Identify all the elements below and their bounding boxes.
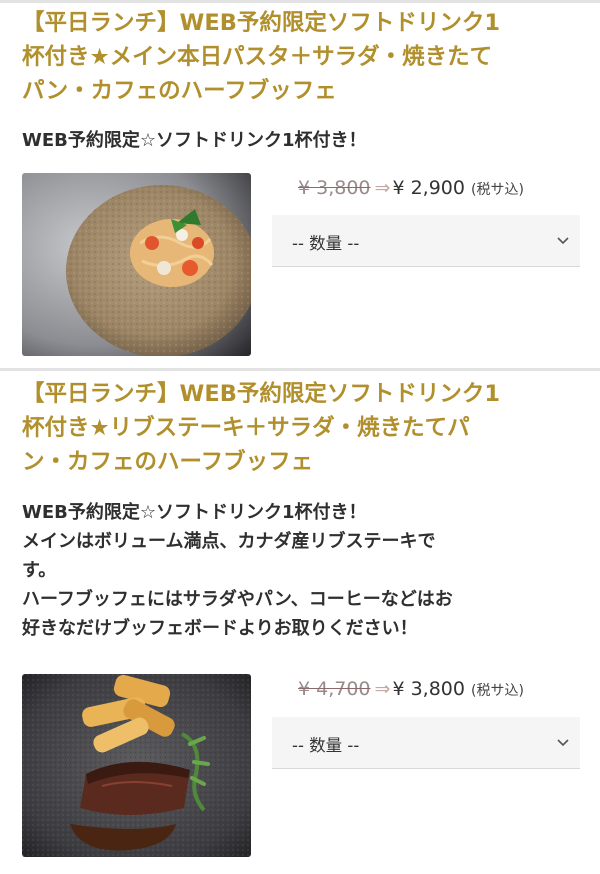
product-card-pasta: 【平日ランチ】WEB予約限定ソフトドリンク1 杯付き★メイン本日パスタ＋サラダ・…	[0, 0, 600, 370]
product-title-line: 【平日ランチ】WEB予約限定ソフトドリンク1	[22, 10, 500, 36]
pasta-dish-photo	[22, 173, 251, 356]
tax-note: (税サ込)	[471, 182, 524, 198]
chevron-down-icon	[557, 237, 569, 245]
price-row: ¥ 3,800 ⇒ ¥ 2,900 (税サ込)	[298, 177, 588, 207]
product-title: 【平日ランチ】WEB予約限定ソフトドリンク1 杯付き★メイン本日パスタ＋サラダ・…	[22, 6, 582, 108]
tax-note: (税サ込)	[471, 683, 524, 699]
quantity-select[interactable]: -- 数量 --	[272, 717, 580, 769]
quantity-select-label: -- 数量 --	[292, 234, 360, 253]
product-title-line: パン・カフェのハーフブッフェ	[22, 78, 337, 104]
product-title-line: ン・カフェのハーフブッフェ	[22, 449, 314, 475]
product-description-line: ハーフブッフェにはサラダやパン、コーヒーなどはお	[22, 589, 453, 610]
chevron-down-icon	[557, 739, 569, 747]
sale-price: ¥ 2,900	[392, 177, 465, 199]
product-description-line: WEB予約限定☆ソフトドリンク1杯付き！	[22, 130, 367, 151]
original-price: ¥ 3,800	[298, 177, 371, 199]
product-description: WEB予約限定☆ソフトドリンク1杯付き！ メインはボリューム満点、カナダ産リブス…	[22, 498, 582, 643]
original-price: ¥ 4,700	[298, 678, 371, 700]
arrow-icon: ⇒	[374, 177, 391, 199]
quantity-select[interactable]: -- 数量 --	[272, 215, 580, 267]
product-title: 【平日ランチ】WEB予約限定ソフトドリンク1 杯付き★リブステーキ＋サラダ・焼き…	[22, 377, 582, 479]
quantity-select-label: -- 数量 --	[292, 736, 360, 755]
sale-price: ¥ 3,800	[392, 678, 465, 700]
product-description-line: WEB予約限定☆ソフトドリンク1杯付き！	[22, 502, 367, 523]
product-description-line: 好きなだけブッフェボードよりお取りください！	[22, 618, 418, 639]
product-title-line: 【平日ランチ】WEB予約限定ソフトドリンク1	[22, 381, 500, 407]
product-title-line: 杯付き★リブステーキ＋サラダ・焼きたてパ	[22, 415, 470, 441]
product-card-steak: 【平日ランチ】WEB予約限定ソフトドリンク1 杯付き★リブステーキ＋サラダ・焼き…	[0, 371, 600, 874]
product-description-line: す。	[22, 560, 57, 581]
product-description-line: メインはボリューム満点、カナダ産リブステーキで	[22, 531, 436, 552]
price-row: ¥ 4,700 ⇒ ¥ 3,800 (税サ込)	[298, 678, 588, 708]
product-title-line: 杯付き★メイン本日パスタ＋サラダ・焼きたて	[22, 44, 493, 70]
steak-dish-photo	[22, 674, 251, 857]
product-description: WEB予約限定☆ソフトドリンク1杯付き！	[22, 126, 582, 155]
arrow-icon: ⇒	[374, 678, 391, 700]
